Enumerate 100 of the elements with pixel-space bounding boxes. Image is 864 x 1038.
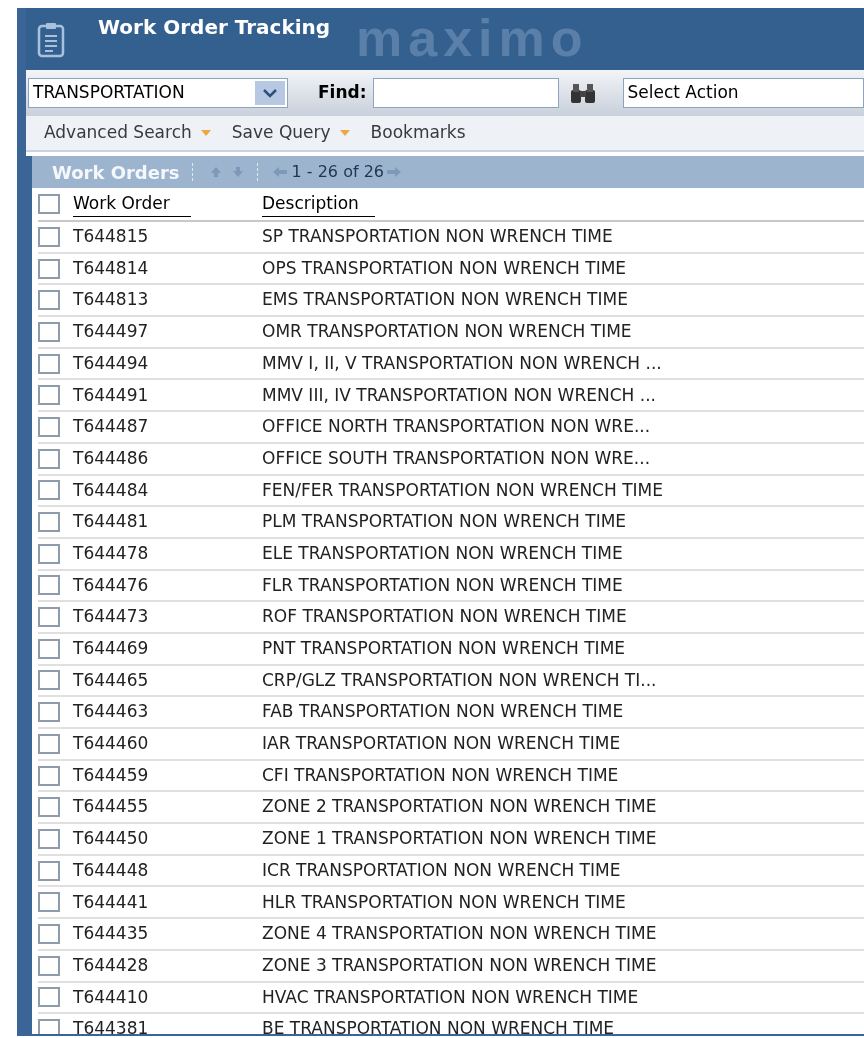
row-checkbox[interactable] <box>38 258 60 279</box>
column-header[interactable]: Description <box>262 190 375 218</box>
row-checkbox[interactable] <box>38 512 60 533</box>
action-dropdown[interactable]: Select Action <box>622 78 864 108</box>
table-cell-text: T644381 <box>73 1017 150 1034</box>
pagination-text: 1 - 26 of 26 <box>291 161 384 183</box>
table-cell-text: SP TRANSPORTATION NON WRENCH TIME <box>262 225 613 249</box>
table-cell-text: T644478 <box>73 541 150 565</box>
table-cell-text: MMV III, IV TRANSPORTATION NON WRENCH ... <box>262 383 656 407</box>
binoculars-icon[interactable] <box>568 82 597 104</box>
table-cell-text: ZONE 1 TRANSPORTATION NON WRENCH TIME <box>262 827 657 851</box>
table-cell-text: T644487 <box>73 415 150 439</box>
row-checkbox[interactable] <box>38 321 60 342</box>
table-cell-text: PNT TRANSPORTATION NON WRENCH TIME <box>262 637 626 661</box>
table-cell-text: T644428 <box>73 953 150 977</box>
table-cell-text: T644441 <box>73 890 150 914</box>
row-checkbox[interactable] <box>38 987 60 1008</box>
row-checkbox[interactable] <box>38 607 60 628</box>
table-cell-text: ZONE 4 TRANSPORTATION NON WRENCH TIME <box>262 922 657 946</box>
table-cell-text: T644463 <box>73 700 150 724</box>
menu-item[interactable]: Save Query <box>231 120 351 146</box>
row-checkbox[interactable] <box>38 860 60 881</box>
row-checkbox[interactable] <box>38 353 60 374</box>
table-cell-text: HLR TRANSPORTATION NON WRENCH TIME <box>262 890 626 914</box>
row-checkbox[interactable] <box>38 670 60 691</box>
row-checkbox[interactable] <box>38 385 60 406</box>
query-dropdown[interactable]: TRANSPORTATION <box>28 78 288 108</box>
table-cell-text: T644450 <box>73 827 150 851</box>
row-checkbox[interactable] <box>38 765 60 786</box>
table-cell-text: T644494 <box>73 351 150 375</box>
table-cell-text: IAR TRANSPORTATION NON WRENCH TIME <box>262 732 621 756</box>
table-cell-text: OPS TRANSPORTATION NON WRENCH TIME <box>262 256 627 280</box>
table-cell-text: T644497 <box>73 320 150 344</box>
table-cell-text: T644814 <box>73 256 150 280</box>
table-cell-text: T644455 <box>73 795 150 819</box>
chevron-down-icon[interactable] <box>255 81 285 105</box>
table-cell-text: T644469 <box>73 637 150 661</box>
table-cell-text: ZONE 3 TRANSPORTATION NON WRENCH TIME <box>262 953 657 977</box>
table-cell-text: PLM TRANSPORTATION NON WRENCH TIME <box>262 510 627 534</box>
row-checkbox[interactable] <box>38 638 60 659</box>
table-cell-text: T644486 <box>73 446 150 470</box>
row-checkbox[interactable] <box>38 226 60 247</box>
table-cell-text: MMV I, II, V TRANSPORTATION NON WRENCH ... <box>262 351 662 375</box>
table-cell-text: ELE TRANSPORTATION NON WRENCH TIME <box>262 541 623 565</box>
row-checkbox[interactable] <box>38 892 60 913</box>
select-all-checkbox[interactable] <box>38 194 60 214</box>
row-checkbox[interactable] <box>38 923 60 944</box>
table-cell-text: T644465 <box>73 668 150 692</box>
row-checkbox[interactable] <box>38 828 60 849</box>
menu-item[interactable]: Bookmarks <box>370 120 466 146</box>
row-checkbox[interactable] <box>38 733 60 754</box>
row-checkbox[interactable] <box>38 448 60 469</box>
table-cell-text: T644813 <box>73 288 150 312</box>
table-cell-text: T644459 <box>73 763 150 787</box>
table-cell-text: BE TRANSPORTATION NON WRENCH TIME <box>262 1017 615 1034</box>
table-cell-text: T644448 <box>73 858 150 882</box>
column-header[interactable]: Work Order <box>73 190 191 218</box>
table-cell-text: FLR TRANSPORTATION NON WRENCH TIME <box>262 573 623 597</box>
window-title: Work Order Tracking <box>98 14 331 41</box>
row-checkbox[interactable] <box>38 480 60 501</box>
table-cell-text: T644815 <box>73 225 150 249</box>
caret-icon <box>199 129 212 137</box>
table-cell-text: CFI TRANSPORTATION NON WRENCH TIME <box>262 763 619 787</box>
row-checkbox[interactable] <box>38 955 60 976</box>
row-checkbox[interactable] <box>38 1019 60 1034</box>
table-cell-text: T644484 <box>73 478 150 502</box>
table-cell-text: OFFICE NORTH TRANSPORTATION NON WRE... <box>262 415 651 439</box>
table-cell-text: FEN/FER TRANSPORTATION NON WRENCH TIME <box>262 478 663 502</box>
table-cell-text: T644435 <box>73 922 150 946</box>
table-cell-text: CRP/GLZ TRANSPORTATION NON WRENCH TI... <box>262 668 657 692</box>
arrow-down-icon[interactable] <box>230 165 245 179</box>
table-cell-text: ZONE 2 TRANSPORTATION NON WRENCH TIME <box>262 795 657 819</box>
menu-item[interactable]: Advanced Search <box>44 120 212 146</box>
caret-icon <box>338 129 351 137</box>
arrow-up-icon[interactable] <box>208 165 223 179</box>
find-field[interactable] <box>372 78 559 108</box>
table-cell-text: ROF TRANSPORTATION NON WRENCH TIME <box>262 605 627 629</box>
find-label: Find: <box>318 81 367 105</box>
row-checkbox[interactable] <box>38 575 60 596</box>
table-title: Work Orders <box>52 160 180 185</box>
table-cell-text: T644491 <box>73 383 150 407</box>
table-cell-text: EMS TRANSPORTATION NON WRENCH TIME <box>262 288 628 312</box>
table-cell-text: OFFICE SOUTH TRANSPORTATION NON WRE... <box>262 446 651 470</box>
table-cell-text: FAB TRANSPORTATION NON WRENCH TIME <box>262 700 624 724</box>
table-cell-text: T644460 <box>73 732 150 756</box>
clipboard-icon <box>37 22 65 58</box>
table-cell-text: HVAC TRANSPORTATION NON WRENCH TIME <box>262 985 639 1009</box>
table-cell-text: T644481 <box>73 510 150 534</box>
table-cell-text: ICR TRANSPORTATION NON WRENCH TIME <box>262 858 621 882</box>
row-checkbox[interactable] <box>38 543 60 564</box>
table-cell-text: T644410 <box>73 985 150 1009</box>
table-cell-text: OMR TRANSPORTATION NON WRENCH TIME <box>262 320 632 344</box>
row-checkbox[interactable] <box>38 702 60 723</box>
row-checkbox[interactable] <box>38 416 60 437</box>
row-checkbox[interactable] <box>38 290 60 311</box>
table-cell-text: T644473 <box>73 605 150 629</box>
row-checkbox[interactable] <box>38 797 60 818</box>
arrow-right-icon[interactable] <box>386 166 402 178</box>
table-cell-text: T644476 <box>73 573 150 597</box>
arrow-left-icon[interactable] <box>271 166 288 178</box>
